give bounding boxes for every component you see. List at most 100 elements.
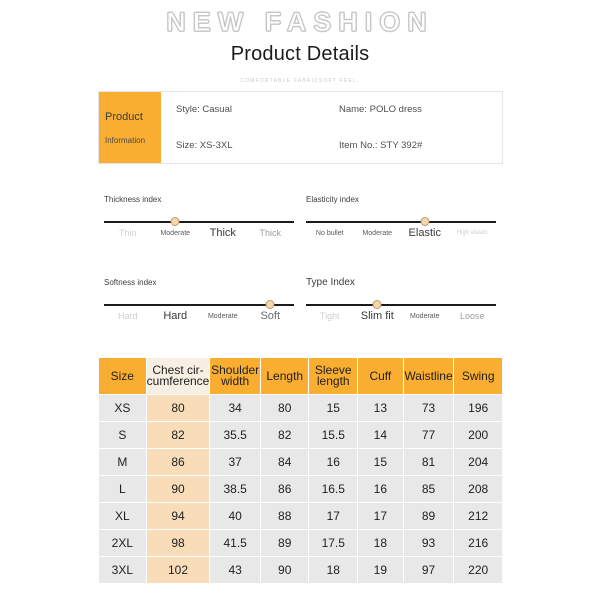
softness-level-0[interactable]: Hard bbox=[118, 312, 138, 321]
header-chest-circumference: Chest cir-cumference bbox=[146, 358, 210, 394]
softness-level-2[interactable]: Moderate bbox=[208, 312, 238, 321]
product-style-field: Style: Casual bbox=[176, 104, 232, 116]
elasticity-level-3[interactable]: High elastic bbox=[455, 229, 489, 238]
header-size: Size bbox=[99, 358, 146, 394]
product-label-line1: Product bbox=[105, 110, 143, 123]
slider-thumb[interactable] bbox=[372, 299, 382, 309]
cell-chest: 90 bbox=[146, 476, 210, 502]
thickness-level-1[interactable]: Moderate bbox=[160, 229, 190, 238]
product-item-no-field: Item No.: STY 392# bbox=[339, 139, 423, 151]
cell-swing: 220 bbox=[454, 557, 502, 583]
cell-waistline: 73 bbox=[403, 395, 454, 421]
thickness-level-0[interactable]: Thin bbox=[119, 229, 137, 238]
cell-shoulder: 43 bbox=[210, 557, 260, 583]
product-size-field: Size: XS-3XL bbox=[176, 139, 233, 151]
table-row: L 90 38.5 86 16.5 16 85 208 bbox=[99, 476, 502, 502]
thickness-index-labels: Thin Moderate Thick Thick bbox=[104, 228, 294, 251]
slider-track-line bbox=[104, 221, 294, 223]
softness-index-title: Softness index bbox=[104, 278, 157, 287]
table-row: S 82 35.5 82 15.5 14 77 200 bbox=[99, 422, 502, 448]
type-level-2[interactable]: Moderate bbox=[410, 312, 440, 321]
type-index-track[interactable] bbox=[306, 299, 496, 310]
cell-waistline: 93 bbox=[403, 530, 454, 556]
elasticity-level-2[interactable]: Elastic bbox=[409, 228, 441, 239]
slider-thumb[interactable] bbox=[265, 299, 275, 309]
cell-waistline: 85 bbox=[403, 476, 454, 502]
cell-size: XS bbox=[99, 395, 146, 421]
cell-shoulder: 40 bbox=[210, 503, 260, 529]
cell-shoulder: 34 bbox=[210, 395, 260, 421]
softness-index-track[interactable] bbox=[104, 299, 294, 310]
page-title: Product Details bbox=[230, 43, 370, 65]
cell-chest: 102 bbox=[146, 557, 210, 583]
type-index-title: Type Index bbox=[306, 277, 355, 288]
cell-length: 90 bbox=[260, 557, 309, 583]
elasticity-index-track[interactable] bbox=[306, 216, 496, 227]
table-row: 2XL 98 41.5 89 17.5 18 93 216 bbox=[99, 530, 502, 556]
cell-sleeve: 17.5 bbox=[309, 530, 357, 556]
cell-swing: 212 bbox=[454, 503, 502, 529]
header-length: Length bbox=[260, 358, 309, 394]
thickness-index-slider: Thickness index Thin Moderate Thick Thic… bbox=[104, 195, 294, 251]
slider-thumb[interactable] bbox=[420, 216, 430, 226]
page-subtitle: COMFORTABLE FABRICSOFT FEEL. bbox=[240, 78, 360, 84]
cell-cuff: 17 bbox=[358, 503, 403, 529]
cell-chest: 86 bbox=[146, 449, 210, 475]
cell-waistline: 77 bbox=[403, 422, 454, 448]
header-shoulder-width: Shoulder width bbox=[210, 358, 260, 394]
thickness-level-3[interactable]: Thick bbox=[259, 229, 281, 238]
thickness-level-2[interactable]: Thick bbox=[210, 228, 236, 239]
page-header: NEW FASHION Product Details COMFORTABLE … bbox=[0, 0, 600, 85]
cell-size: XL bbox=[99, 503, 146, 529]
size-chart-body: XS 80 34 80 15 13 73 196 S 82 35.5 82 15… bbox=[99, 395, 502, 583]
type-level-1[interactable]: Slim fit bbox=[361, 311, 394, 322]
banner-outline-title: NEW FASHION bbox=[166, 7, 434, 38]
elasticity-index-slider: Elasticity index No bullet Moderate Elas… bbox=[306, 195, 496, 251]
header-sleeve-length: Sleeve length bbox=[309, 358, 357, 394]
header-cuff: Cuff bbox=[358, 358, 403, 394]
cell-sleeve: 16.5 bbox=[309, 476, 357, 502]
type-index-slider: Type Index Tight Slim fit Moderate Loose bbox=[306, 278, 496, 334]
product-name-field: Name: POLO dress bbox=[339, 104, 422, 116]
slider-thumb[interactable] bbox=[170, 216, 180, 226]
type-level-0[interactable]: Tight bbox=[320, 312, 340, 321]
cell-shoulder: 38.5 bbox=[210, 476, 260, 502]
cell-sleeve: 15.5 bbox=[309, 422, 357, 448]
table-row: XL 94 40 88 17 17 89 212 bbox=[99, 503, 502, 529]
cell-length: 84 bbox=[260, 449, 309, 475]
softness-index-labels: Hard Hard Moderate Soft bbox=[104, 311, 294, 334]
header-waistline: Waistline bbox=[403, 358, 454, 394]
cell-swing: 204 bbox=[454, 449, 502, 475]
cell-swing: 208 bbox=[454, 476, 502, 502]
cell-swing: 200 bbox=[454, 422, 502, 448]
cell-swing: 196 bbox=[454, 395, 502, 421]
cell-cuff: 16 bbox=[358, 476, 403, 502]
cell-sleeve: 15 bbox=[309, 395, 357, 421]
slider-track-line bbox=[306, 304, 496, 306]
cell-chest: 80 bbox=[146, 395, 210, 421]
cell-length: 86 bbox=[260, 476, 309, 502]
type-level-3[interactable]: Loose bbox=[460, 312, 485, 321]
size-chart-table: Size Chest cir-cumference Shoulder width… bbox=[98, 357, 503, 584]
thickness-index-track[interactable] bbox=[104, 216, 294, 227]
cell-swing: 216 bbox=[454, 530, 502, 556]
softness-level-3[interactable]: Soft bbox=[260, 311, 280, 322]
cell-shoulder: 37 bbox=[210, 449, 260, 475]
product-label-line2: Information bbox=[105, 135, 146, 145]
table-row: 3XL 102 43 90 18 19 97 220 bbox=[99, 557, 502, 583]
cell-sleeve: 16 bbox=[309, 449, 357, 475]
cell-shoulder: 35.5 bbox=[210, 422, 260, 448]
elasticity-level-1[interactable]: Moderate bbox=[362, 229, 392, 238]
cell-length: 89 bbox=[260, 530, 309, 556]
cell-waistline: 97 bbox=[403, 557, 454, 583]
cell-length: 80 bbox=[260, 395, 309, 421]
cell-size: 2XL bbox=[99, 530, 146, 556]
cell-cuff: 13 bbox=[358, 395, 403, 421]
elasticity-level-0[interactable]: No bullet bbox=[316, 229, 344, 238]
softness-level-1[interactable]: Hard bbox=[163, 311, 187, 322]
cell-size: 3XL bbox=[99, 557, 146, 583]
cell-cuff: 15 bbox=[358, 449, 403, 475]
header-swing: Swing bbox=[454, 358, 502, 394]
cell-length: 88 bbox=[260, 503, 309, 529]
cell-chest: 98 bbox=[146, 530, 210, 556]
